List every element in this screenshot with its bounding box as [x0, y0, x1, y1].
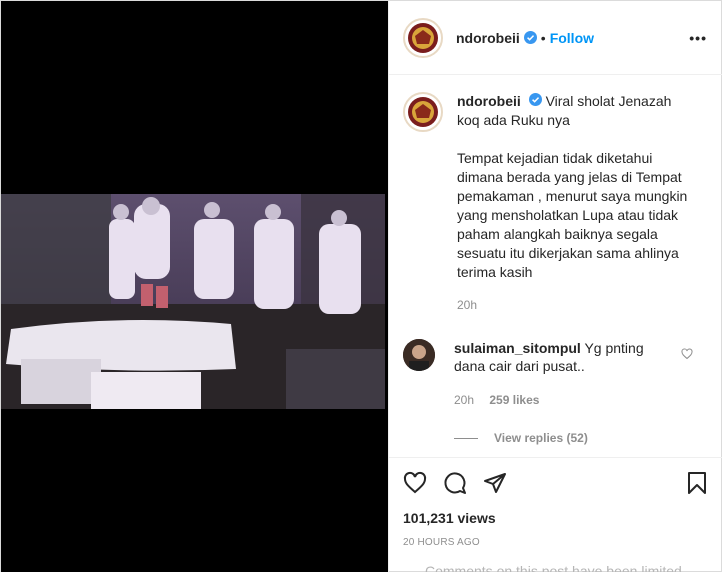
- view-replies-label: View replies (52): [494, 431, 588, 445]
- caption-text: Viral sholat Jenazah koq ada Ruku nya Te…: [457, 93, 688, 280]
- comments-limited-notice: Comments on this post have been limited.: [425, 563, 686, 572]
- post-timestamp: 20 HOURS AGO: [403, 537, 480, 548]
- profile-avatar[interactable]: [403, 17, 443, 58]
- header-username[interactable]: ndorobeii: [456, 30, 520, 46]
- comment-body: sulaiman_sitompul Yg pnting dana cair da…: [454, 339, 664, 409]
- comment-icon[interactable]: [443, 471, 467, 495]
- separator-dot: •: [540, 29, 546, 46]
- verified-badge-icon: [528, 93, 542, 106]
- comment-heart-icon[interactable]: [681, 347, 693, 365]
- replies-divider: [454, 437, 478, 439]
- action-icons: [403, 468, 709, 498]
- emblem-icon: [408, 97, 438, 127]
- more-icon[interactable]: •••: [689, 30, 707, 46]
- instagram-post: ndorobeii • Follow ••• ndorobeii Viral s…: [0, 0, 722, 572]
- caption-username[interactable]: ndorobeii: [457, 93, 521, 109]
- comment-likes[interactable]: 259 likes: [489, 393, 539, 407]
- commenter-avatar[interactable]: [403, 339, 435, 371]
- media-panel[interactable]: [1, 1, 388, 572]
- comment-username[interactable]: sulaiman_sitompul: [454, 340, 581, 356]
- view-replies-button[interactable]: View replies (52): [403, 431, 709, 445]
- emblem-icon: [408, 22, 438, 53]
- action-bar: 101,231 views 20 HOURS AGO Comments on t…: [389, 457, 722, 572]
- follow-button[interactable]: Follow: [550, 30, 594, 46]
- comments-section: ndorobeii Viral sholat Jenazah koq ada R…: [389, 76, 722, 457]
- post-header: ndorobeii • Follow •••: [389, 1, 722, 75]
- post-sidebar: ndorobeii • Follow ••• ndorobeii Viral s…: [388, 1, 722, 572]
- comment-time: 20h: [454, 393, 475, 407]
- view-count[interactable]: 101,231 views: [403, 510, 709, 526]
- comment-meta: 20h 259 likes: [454, 391, 664, 409]
- caption-time: 20h: [457, 298, 478, 312]
- share-icon[interactable]: [483, 471, 507, 495]
- bookmark-icon[interactable]: [685, 471, 709, 495]
- verified-badge-icon: [523, 31, 537, 44]
- video-frame[interactable]: [1, 194, 385, 409]
- heart-icon[interactable]: [403, 471, 427, 495]
- caption: ndorobeii Viral sholat Jenazah koq ada R…: [403, 92, 709, 315]
- comment-item: sulaiman_sitompul Yg pnting dana cair da…: [403, 339, 709, 409]
- caption-body: ndorobeii Viral sholat Jenazah koq ada R…: [457, 92, 697, 315]
- caption-avatar[interactable]: [403, 92, 443, 132]
